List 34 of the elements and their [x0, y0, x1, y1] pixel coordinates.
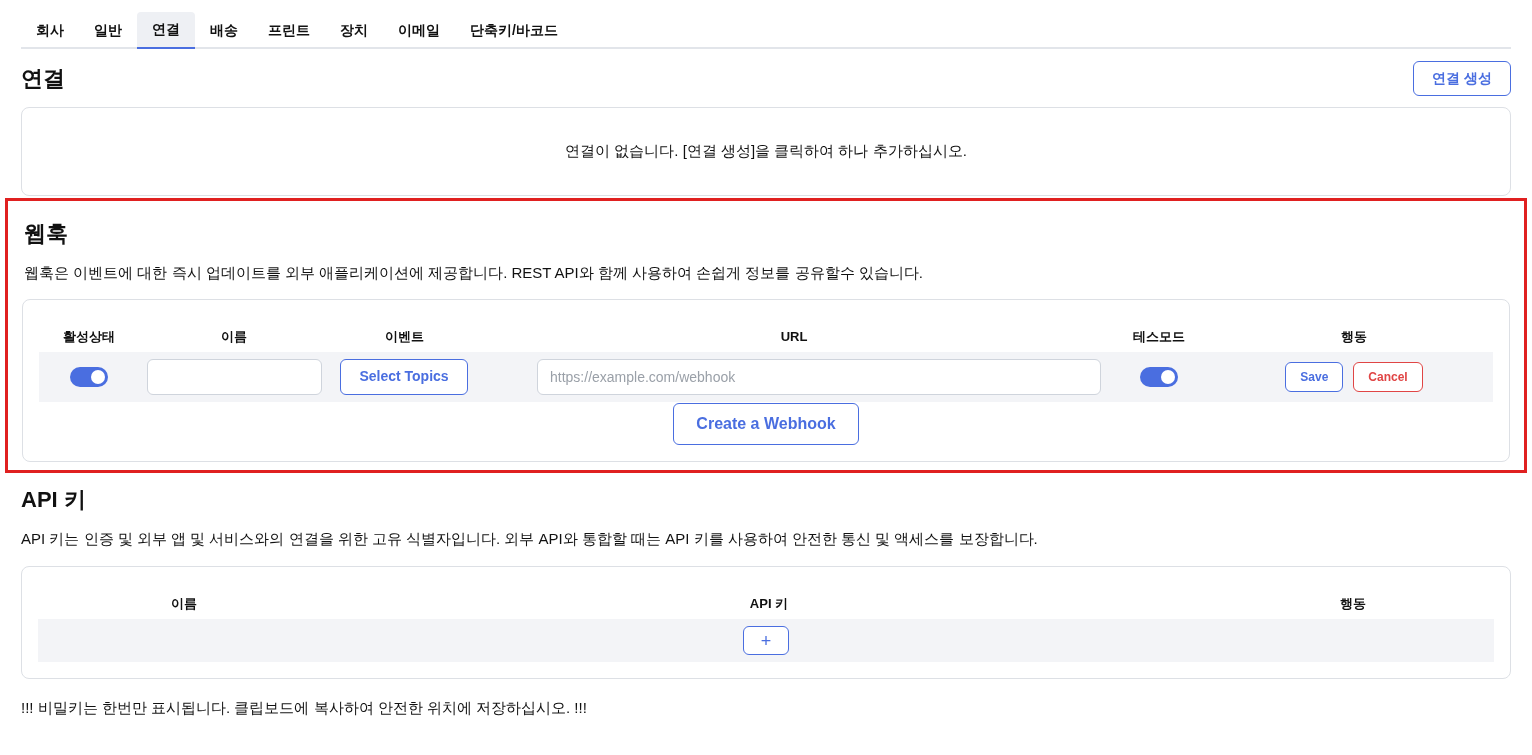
create-connection-button[interactable]: 연결 생성 — [1413, 61, 1511, 96]
section-description: 웹훅은 이벤트에 대한 즉시 업데이트를 외부 애플리케이션에 제공합니다. REST API와 함께 사용하여 손쉽게 정보를 공유할수 있습니다. — [23, 263, 924, 283]
name-input[interactable] — [146, 358, 322, 395]
tab[interactable]: 연결 — [137, 12, 195, 49]
cancel-button[interactable]: Cancel — [1353, 361, 1423, 392]
toggle-switch[interactable] — [70, 366, 108, 387]
column-header: 활성상태 — [62, 327, 116, 346]
tab[interactable]: 프린트 — [253, 12, 325, 49]
section-title: API 키 — [21, 485, 87, 514]
tab[interactable]: 장치 — [325, 12, 383, 49]
column-header: URL — [779, 327, 809, 346]
column-header: 이름 — [220, 327, 248, 346]
column-header: 이벤트 — [383, 327, 425, 346]
column-header: 행동 — [1340, 327, 1368, 346]
tab[interactable]: 일반 — [79, 12, 137, 49]
toggle-switch[interactable] — [1140, 366, 1178, 387]
tab[interactable]: 배송 — [195, 12, 253, 49]
section-description: API 키는 인증 및 외부 앱 및 서비스와의 연결을 위한 고유 식별자입니다. 외부 API와 통합할 때는 API 키를 사용하여 안전한 통신 및 액세스를 보장합니다. — [21, 528, 1039, 549]
tab[interactable]: 이메일 — [383, 12, 455, 49]
section-title: 웹훅 — [23, 220, 69, 248]
tab[interactable]: 회사 — [21, 12, 79, 49]
column-header: API 키 — [748, 595, 790, 614]
warning-note: !!! 비밀키는 한번만 표시됩니다. 클립보드에 복사하여 안전한 위치에 저장하십시오. !!! — [21, 698, 588, 718]
column-header: 이름 — [170, 595, 198, 614]
save-button[interactable]: Save — [1285, 361, 1344, 392]
empty-state-card: 연결이 없습니다. [연결 생성]을 클릭하여 하나 추가하십시오. — [21, 107, 1511, 196]
create-webhook-button[interactable]: Create a Webhook — [673, 402, 859, 445]
url-input[interactable]: https://example.com/webhook — [537, 358, 1101, 395]
column-header: 행동 — [1339, 595, 1367, 614]
section-title: 연결 — [21, 65, 65, 93]
select-topics-button[interactable]: Select Topics — [340, 358, 468, 395]
add-key-button[interactable]: + — [743, 626, 789, 655]
tab[interactable]: 단축키/바코드 — [455, 12, 573, 49]
column-header: 테스모드 — [1132, 327, 1186, 346]
